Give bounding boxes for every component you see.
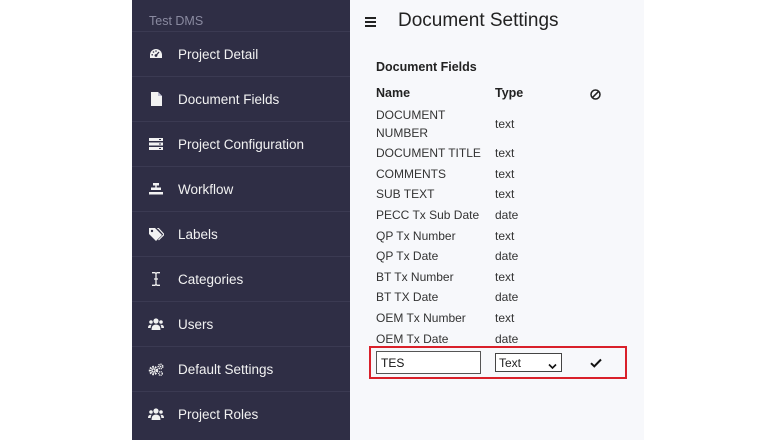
table-row: BT Tx Number text bbox=[376, 267, 616, 288]
field-type: text bbox=[495, 228, 515, 243]
users-icon bbox=[132, 408, 178, 420]
highlight-annotation-box bbox=[369, 346, 627, 379]
sidebar-project-name: Test DMS bbox=[149, 14, 204, 28]
field-type: date bbox=[495, 249, 519, 264]
sidebar: Test DMS Project Detail Document Fields … bbox=[132, 0, 350, 440]
sidebar-item-label: Project Configuration bbox=[178, 136, 305, 152]
field-type: text bbox=[495, 116, 515, 131]
field-name: COMMENTS bbox=[376, 166, 446, 181]
cogs-icon bbox=[132, 362, 178, 376]
field-type: text bbox=[495, 269, 515, 284]
table-row: QP Tx Number text bbox=[376, 225, 616, 246]
table-row: DOCUMENT NUMBER text bbox=[376, 104, 616, 143]
sidebar-item-label: Categories bbox=[178, 271, 244, 287]
sidebar-item-document-fields[interactable]: Document Fields bbox=[132, 76, 350, 121]
sidebar-item-categories[interactable]: Categories bbox=[132, 256, 350, 301]
sidebar-item-project-roles[interactable]: Project Roles bbox=[132, 391, 350, 436]
sidebar-item-default-settings[interactable]: Default Settings bbox=[132, 346, 350, 391]
column-header-name: Name bbox=[376, 86, 411, 100]
dashboard-icon bbox=[132, 48, 178, 60]
field-name: SUB TEXT bbox=[376, 187, 435, 202]
sidebar-item-label: Project Roles bbox=[178, 406, 259, 422]
field-name: DOCUMENT TITLE bbox=[376, 146, 481, 161]
field-type: text bbox=[495, 311, 515, 326]
table-row: QP Tx Date date bbox=[376, 246, 616, 267]
field-type: text bbox=[495, 166, 515, 181]
i-cursor-icon bbox=[132, 272, 178, 286]
page-title: Document Settings bbox=[398, 10, 559, 31]
ban-icon bbox=[590, 87, 601, 105]
table-row: DOCUMENT TITLE text bbox=[376, 143, 616, 164]
table-row: BT TX Date date bbox=[376, 287, 616, 308]
table-row: PECC Tx Sub Date date bbox=[376, 205, 616, 226]
sidebar-item-label: Document Fields bbox=[178, 91, 280, 107]
server-icon bbox=[132, 138, 178, 150]
table-row: COMMENTS text bbox=[376, 164, 616, 185]
table-row: OEM Tx Number text bbox=[376, 308, 616, 329]
sidebar-item-label: Default Settings bbox=[178, 361, 274, 377]
sidebar-item-project-detail[interactable]: Project Detail bbox=[132, 31, 350, 76]
sidebar-nav: Project Detail Document Fields Project C… bbox=[132, 31, 350, 436]
sidebar-item-workflow[interactable]: Workflow bbox=[132, 166, 350, 211]
field-name: PECC Tx Sub Date bbox=[376, 208, 480, 223]
hamburger-icon[interactable] bbox=[365, 14, 377, 28]
fields-table: DOCUMENT NUMBER text DOCUMENT TITLE text… bbox=[376, 104, 616, 349]
sidebar-item-label: Users bbox=[178, 316, 214, 332]
sidebar-item-label: Labels bbox=[178, 226, 218, 242]
field-name: QP Tx Date bbox=[376, 249, 439, 264]
field-name: BT Tx Number bbox=[376, 269, 454, 284]
sidebar-item-label: Workflow bbox=[178, 181, 234, 197]
sidebar-item-project-configuration[interactable]: Project Configuration bbox=[132, 121, 350, 166]
field-type: text bbox=[495, 187, 515, 202]
field-name: BT TX Date bbox=[376, 290, 439, 305]
column-header-type: Type bbox=[495, 86, 524, 100]
users-icon bbox=[132, 318, 178, 330]
sidebar-item-labels[interactable]: Labels bbox=[132, 211, 350, 256]
field-type: date bbox=[495, 290, 519, 305]
field-type: text bbox=[495, 146, 515, 161]
field-type: date bbox=[495, 208, 519, 223]
tags-icon bbox=[132, 227, 178, 241]
field-name: OEM Tx Number bbox=[376, 311, 466, 326]
workflow-icon bbox=[132, 183, 178, 195]
field-type: date bbox=[495, 331, 519, 346]
sidebar-item-label: Project Detail bbox=[178, 46, 259, 62]
field-name: QP Tx Number bbox=[376, 228, 456, 243]
sidebar-item-users[interactable]: Users bbox=[132, 301, 350, 346]
section-title: Document Fields bbox=[376, 60, 477, 74]
field-name: OEM Tx Date bbox=[376, 331, 449, 346]
file-icon bbox=[132, 92, 178, 106]
table-row: SUB TEXT text bbox=[376, 184, 616, 205]
field-name: DOCUMENT NUMBER bbox=[376, 107, 446, 140]
